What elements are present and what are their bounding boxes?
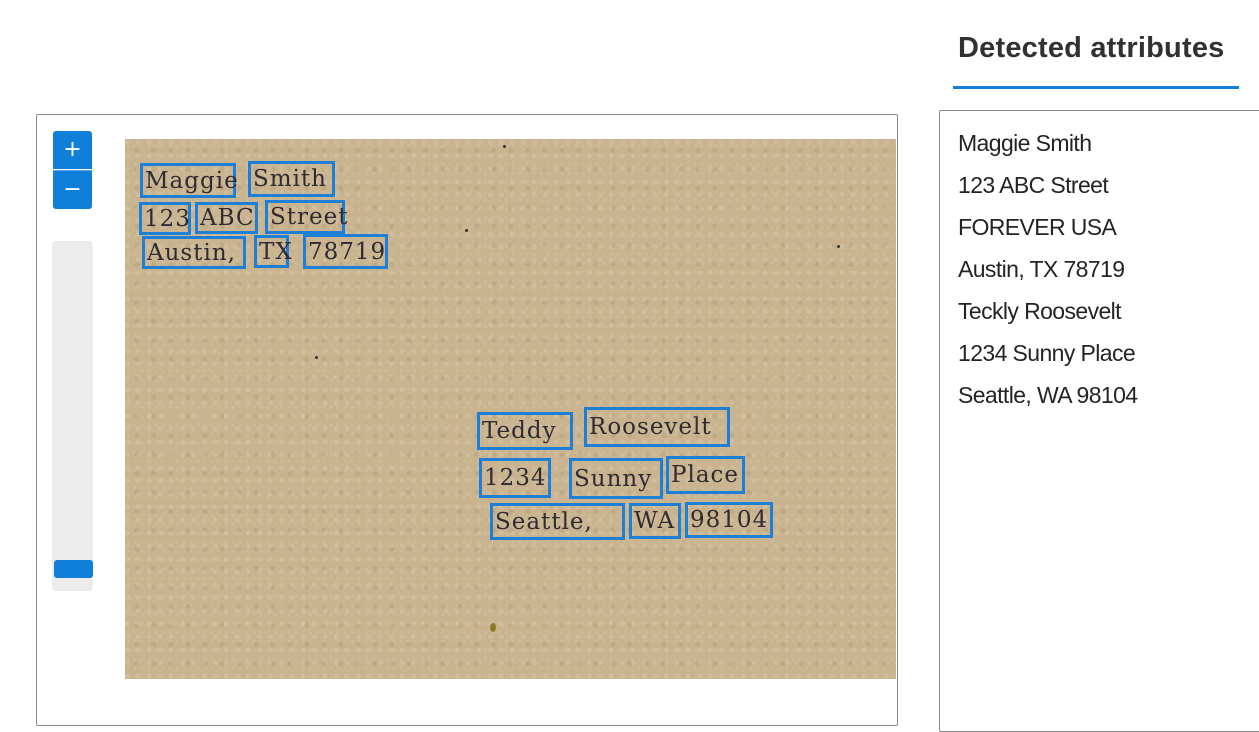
detected-word-box[interactable]: Street [265, 200, 347, 234]
zoom-slider[interactable] [52, 241, 93, 591]
detected-word-box[interactable]: Teddy [477, 412, 573, 450]
attribute-item: Maggie Smith [958, 130, 1092, 156]
detected-word-box[interactable]: Roosevelt [584, 407, 730, 447]
detected-word-box[interactable]: WA [629, 503, 681, 539]
attribute-item: FOREVER USA [958, 214, 1117, 240]
attribute-item: 1234 Sunny Place [958, 340, 1136, 366]
zoom-slider-thumb[interactable] [54, 560, 93, 578]
detected-word-box[interactable]: 123 [139, 202, 191, 235]
detected-word-box[interactable]: 98104 [685, 502, 773, 538]
detected-word-box[interactable]: Place [666, 456, 745, 494]
detected-word-box[interactable]: 78719 [303, 234, 388, 269]
detected-word-box[interactable]: Seattle, [490, 503, 625, 540]
detected-word-box[interactable]: ABC [195, 202, 258, 234]
envelope-image: Maggie Smith 123 ABC Street Austin, TX 7… [125, 139, 896, 679]
detected-word-box[interactable]: 1234 [479, 458, 551, 498]
detected-word-box[interactable]: Sunny [569, 458, 663, 499]
tab-underline [953, 86, 1239, 89]
attribute-item: Seattle, WA 98104 [958, 382, 1138, 408]
attribute-item: Austin, TX 78719 [958, 256, 1125, 282]
detected-word-box[interactable]: Smith [248, 161, 335, 197]
attributes-list: Maggie Smith 123 ABC Street FOREVER USA … [958, 126, 1138, 420]
attribute-item: 123 ABC Street [958, 172, 1109, 198]
zoom-out-button[interactable]: − [53, 170, 92, 209]
detected-word-box[interactable]: Maggie [140, 163, 238, 198]
document-viewer: + − Maggie Smith 123 ABC Street Austin, … [36, 114, 898, 726]
detected-word-box[interactable]: Austin, [142, 236, 246, 269]
attribute-item: Teckly Roosevelt [958, 298, 1122, 324]
detected-attributes-title: Detected attributes [958, 32, 1225, 64]
zoom-in-button[interactable]: + [53, 131, 92, 169]
detected-word-box[interactable]: TX [254, 235, 292, 268]
